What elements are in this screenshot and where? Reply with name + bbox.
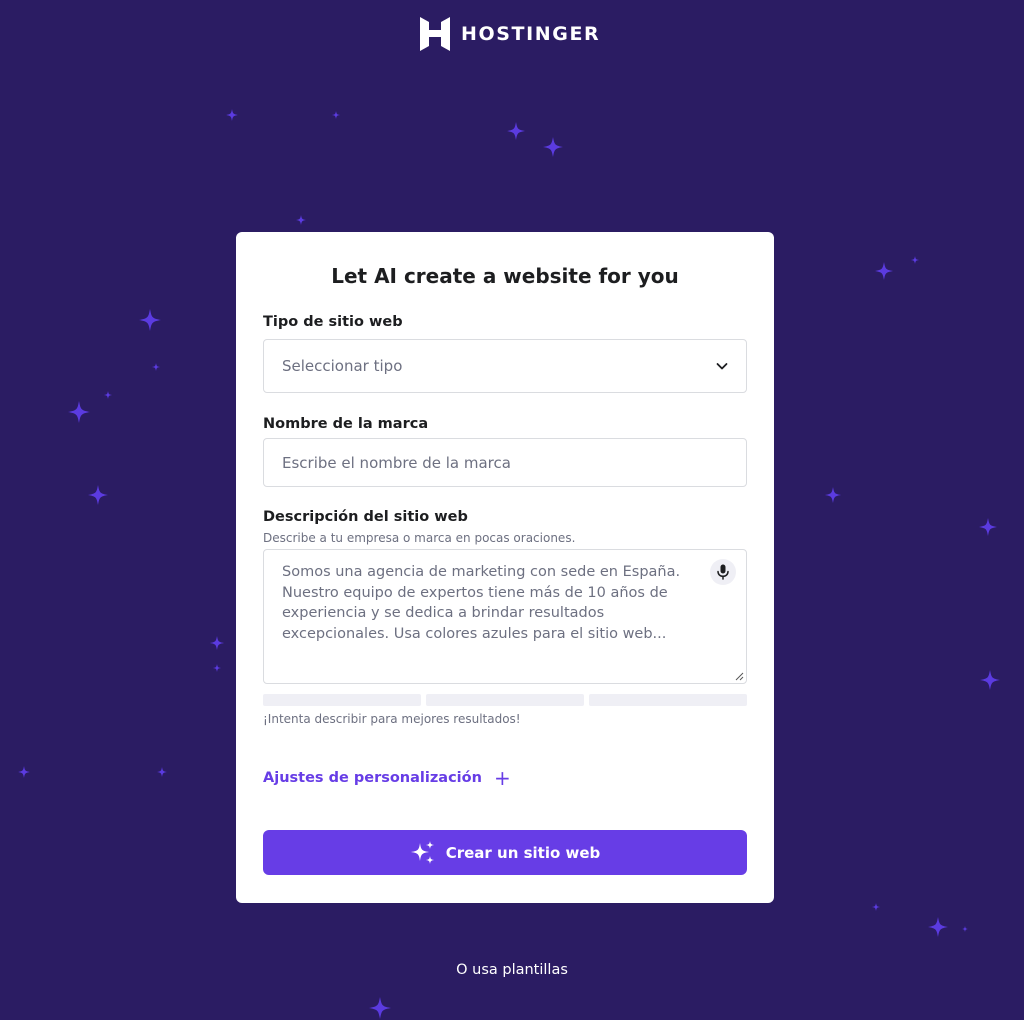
- resize-handle-icon[interactable]: [734, 671, 744, 681]
- microphone-icon: [717, 564, 729, 580]
- hostinger-logo-icon: [420, 17, 450, 51]
- hostinger-logo[interactable]: HOSTINGER: [420, 17, 600, 51]
- form-title: Let AI create a website for you: [331, 264, 679, 288]
- website-type-label: Tipo de sitio web: [263, 314, 403, 330]
- brand-name: HOSTINGER: [461, 23, 601, 45]
- website-type-select[interactable]: Seleccionar tipo: [263, 339, 747, 393]
- website-description-label: Descripción del sitio web: [263, 509, 468, 525]
- plus-icon: +: [493, 766, 511, 790]
- quality-meter-segment: [263, 694, 421, 706]
- page: HOSTINGER Let AI create a website for yo…: [0, 0, 1024, 1020]
- voice-input-button[interactable]: [710, 559, 736, 585]
- ai-website-form-card: Let AI create a website for you Tipo de …: [236, 232, 774, 903]
- website-description-textarea[interactable]: [264, 550, 746, 683]
- quality-meter-segment: [426, 694, 584, 706]
- use-templates-link[interactable]: O usa plantillas: [0, 962, 1024, 978]
- description-quality-meter: [263, 694, 747, 706]
- create-website-label: Crear un sitio web: [445, 843, 601, 862]
- create-website-button[interactable]: Crear un sitio web: [263, 830, 747, 875]
- website-type-placeholder: Seleccionar tipo: [282, 357, 403, 375]
- chevron-down-icon: [716, 363, 728, 370]
- website-description-help: Describe a tu empresa o marca en pocas o…: [263, 531, 576, 545]
- sparkles-icon: [410, 840, 434, 864]
- brand-name-label: Nombre de la marca: [263, 416, 429, 432]
- customization-settings-toggle[interactable]: Ajustes de personalización +: [263, 768, 511, 788]
- brand-name-input[interactable]: [263, 438, 747, 487]
- customization-settings-label: Ajustes de personalización: [263, 770, 482, 786]
- website-description-field: [263, 549, 747, 684]
- quality-meter-segment: [589, 694, 747, 706]
- description-hint: ¡Intenta describir para mejores resultad…: [263, 712, 521, 726]
